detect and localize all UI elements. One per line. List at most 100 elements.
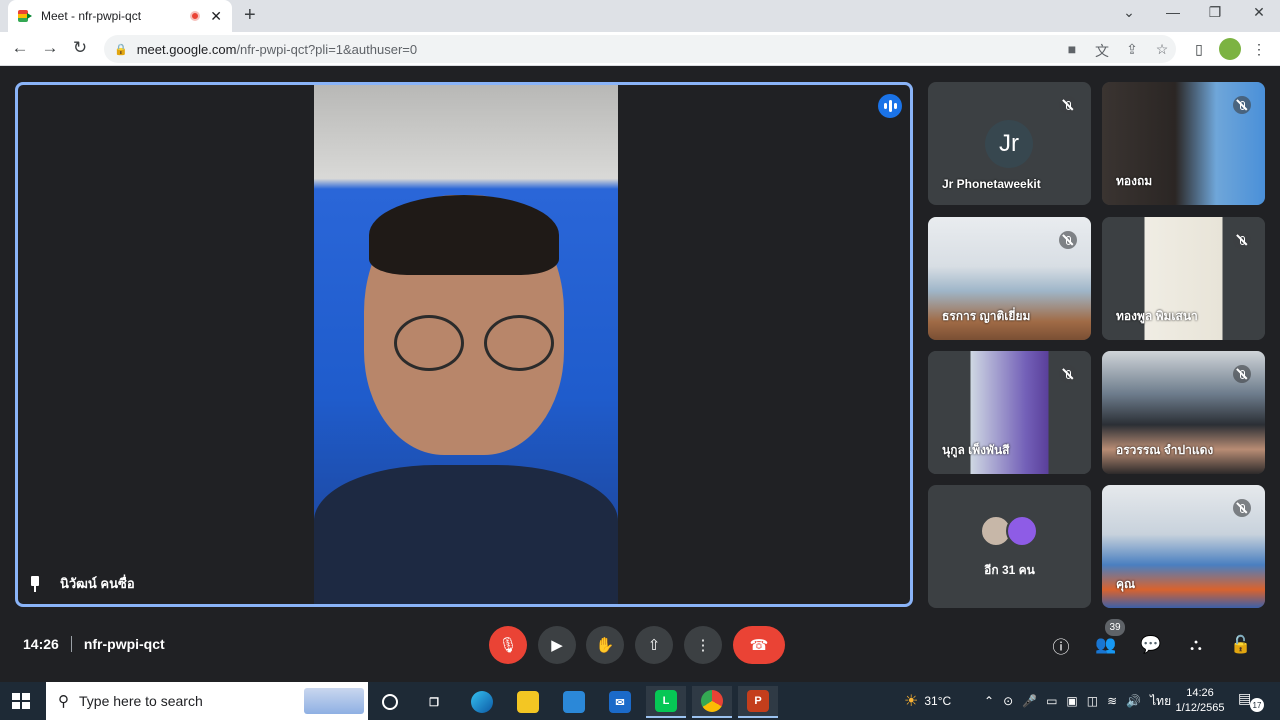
translate-icon[interactable]: 文 [1093, 41, 1111, 61]
present-screen-button[interactable]: ⇧ [635, 626, 673, 664]
divider [70, 636, 72, 652]
store-button[interactable] [554, 686, 594, 718]
mail-button[interactable]: ✉ [600, 686, 640, 718]
browser-toolbar: ← → ↻ 🔒 meet.google.com/nfr-pwpi-qct?pli… [0, 32, 1280, 66]
system-clock[interactable]: 14:26 1/12/2565 [1168, 686, 1232, 716]
participant-name: คุณ [1116, 577, 1136, 591]
chat-button[interactable]: 💬 [1138, 632, 1164, 658]
camera-icon[interactable]: ■ [1063, 41, 1081, 57]
notification-center-button[interactable]: ▤ 17 [1238, 690, 1264, 712]
tab-title: Meet - nfr-pwpi-qct [41, 9, 142, 23]
meet-present-icon[interactable]: ▣ [1066, 694, 1077, 708]
participant-tile[interactable]: นุกูล เพ็งพันสี [928, 351, 1091, 474]
battery-icon[interactable]: ▭ [1046, 694, 1057, 708]
recording-indicator-icon [190, 11, 201, 21]
clock-date: 1/12/2565 [1175, 702, 1225, 714]
participant-name: ทองพูล พิมเสนา [1116, 309, 1198, 323]
participant-tile[interactable]: ทองพูล พิมเสนา [1102, 217, 1265, 340]
chrome-icon [701, 690, 723, 712]
participant-tile[interactable]: ทองถม [1102, 82, 1265, 205]
hang-up-icon: ☎ [749, 637, 769, 654]
tab-close-icon[interactable]: ✕ [210, 8, 222, 25]
mic-off-icon [1233, 365, 1251, 383]
minimize-button[interactable]: — [1158, 4, 1188, 20]
main-speaker-name: นิวัฒน์ คนซื่อ [60, 576, 135, 591]
share-icon[interactable]: ⇪ [1123, 41, 1141, 58]
edge-button[interactable] [462, 686, 502, 718]
new-tab-button[interactable]: + [244, 4, 256, 27]
forward-button[interactable]: → [39, 38, 61, 58]
chrome-button[interactable] [692, 686, 732, 718]
info-icon: ⓘ [1052, 637, 1070, 657]
reload-button[interactable]: ↻ [69, 38, 91, 58]
chat-icon: 💬 [1140, 635, 1162, 654]
back-button[interactable]: ← [9, 38, 31, 58]
avatar [1006, 515, 1038, 547]
participant-tile[interactable]: อรวรรณ จำปาแดง [1102, 351, 1265, 474]
network-icon[interactable]: ◫ [1087, 694, 1098, 708]
meeting-details-button[interactable]: ⓘ [1048, 632, 1074, 658]
meeting-time: 14:26 [23, 636, 59, 652]
windows-taskbar: ⚲ Type here to search ❐ ✉ L P ☀ 31°C ⌃ ⊙… [0, 682, 1280, 720]
file-explorer-icon [517, 691, 539, 713]
more-participants-tile[interactable]: อีก 31 คน [928, 485, 1091, 608]
main-speaker-tile[interactable]: นิวัฒน์ คนซื่อ [15, 82, 913, 607]
activities-button[interactable]: ⛬ [1183, 632, 1209, 658]
speaker-glasses [384, 315, 564, 375]
clock-time: 14:26 [1186, 687, 1214, 699]
video-camera-icon: ▶ [551, 637, 563, 654]
leave-call-button[interactable]: ☎ [733, 626, 785, 664]
speaking-indicator-icon [878, 94, 902, 118]
powerpoint-button[interactable]: P [738, 686, 778, 718]
address-bar[interactable]: 🔒 meet.google.com/nfr-pwpi-qct?pli=1&aut… [104, 35, 1176, 63]
cortana-button[interactable] [370, 686, 410, 718]
microphone-icon[interactable]: 🎤 [1022, 694, 1037, 708]
teams-icon[interactable]: ⊙ [1003, 694, 1013, 708]
mic-off-icon: 🎙 [498, 637, 518, 654]
microphone-toggle-button[interactable]: 🎙 [489, 626, 527, 664]
chevron-up-icon[interactable]: ⌃ [984, 694, 994, 708]
tab-search-dropdown-icon[interactable]: ⌄ [1114, 4, 1144, 21]
notification-count: 17 [1250, 698, 1264, 712]
maximize-button[interactable]: ❐ [1200, 4, 1230, 21]
wifi-icon[interactable]: ≋ [1107, 694, 1117, 708]
weather-widget[interactable]: ☀ 31°C [904, 682, 951, 720]
task-view-icon: ❐ [429, 696, 439, 709]
mail-icon: ✉ [609, 691, 631, 713]
window-close-button[interactable]: ✕ [1244, 4, 1274, 21]
taskbar-search-box[interactable]: ⚲ Type here to search [46, 682, 368, 720]
participant-tile[interactable]: ธรการ ญาติเยี่ยม [928, 217, 1091, 340]
raise-hand-button[interactable]: ✋ [586, 626, 624, 664]
browser-tab[interactable]: Meet - nfr-pwpi-qct ✕ [8, 0, 232, 32]
file-explorer-button[interactable] [508, 686, 548, 718]
mic-off-icon [1059, 96, 1077, 114]
task-view-button[interactable]: ❐ [414, 686, 454, 718]
self-view-tile[interactable]: คุณ [1102, 485, 1265, 608]
host-controls-button[interactable]: 🔓 [1228, 632, 1254, 658]
cortana-icon [382, 694, 398, 710]
search-icon: ⚲ [58, 693, 69, 710]
pin-icon[interactable] [28, 575, 42, 592]
search-placeholder: Type here to search [79, 693, 203, 709]
lock-icon[interactable]: 🔒 [114, 43, 128, 56]
mic-off-icon [1233, 96, 1251, 114]
hand-icon: ✋ [595, 637, 615, 654]
speaker-hair [369, 195, 559, 275]
chrome-menu-icon[interactable]: ⋮ [1250, 41, 1268, 58]
system-tray: ⌃ ⊙ 🎤 ▭ ▣ ◫ ≋ 🔊 ไทย [984, 682, 1171, 720]
line-button[interactable]: L [646, 686, 686, 718]
volume-icon[interactable]: 🔊 [1126, 694, 1141, 708]
side-panel-icon[interactable]: ▯ [1190, 41, 1208, 58]
profile-avatar[interactable] [1219, 38, 1241, 60]
mic-off-icon [1059, 231, 1077, 249]
present-screen-icon: ⇧ [647, 637, 661, 654]
camera-toggle-button[interactable]: ▶ [538, 626, 576, 664]
powerpoint-icon: P [747, 690, 769, 712]
more-options-button[interactable]: ⋮ [684, 626, 722, 664]
participant-tile[interactable]: Jr Jr Phonetaweekit [928, 82, 1091, 205]
windows-start-icon[interactable] [12, 693, 30, 709]
url-host: meet.google.com [136, 41, 237, 57]
url-path: /nfr-pwpi-qct?pli=1&authuser=0 [236, 41, 418, 57]
star-icon[interactable]: ☆ [1153, 41, 1171, 58]
participants-count-badge: 39 [1105, 619, 1125, 636]
